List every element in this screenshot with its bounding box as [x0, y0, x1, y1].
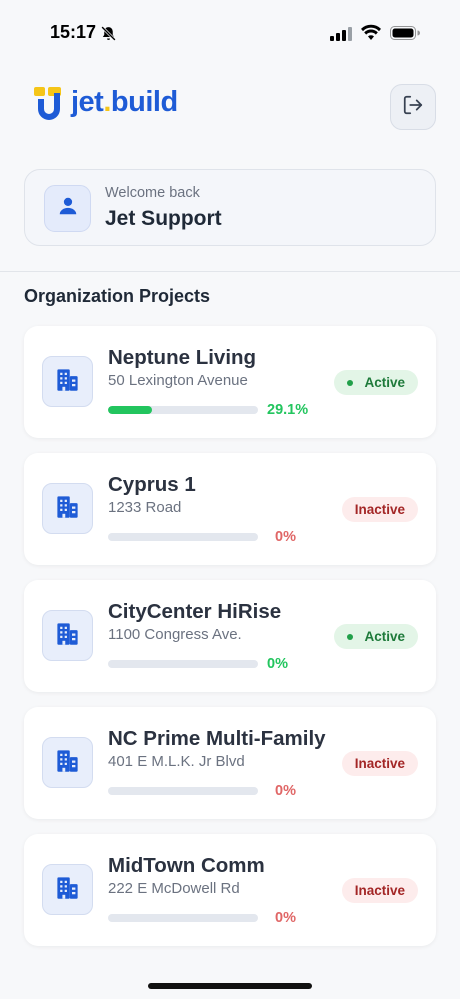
status-badge: Active — [334, 370, 418, 395]
brand-main: jet — [71, 86, 104, 118]
project-card[interactable]: Neptune Living 50 Lexington Avenue 29.1% Ac… — [24, 326, 436, 438]
divider — [0, 271, 460, 272]
project-icon-box — [42, 864, 93, 915]
status-label: Active — [364, 375, 405, 390]
user-name: Jet Support — [105, 207, 222, 230]
status-dot-icon — [347, 379, 354, 386]
progress-bar — [108, 787, 258, 795]
welcome-subtitle: Welcome back — [105, 185, 200, 201]
progress-percent: 0% — [275, 529, 296, 545]
building-icon — [54, 366, 81, 398]
status-badge: Inactive — [341, 751, 418, 776]
project-icon-box — [42, 737, 93, 788]
wifi-icon — [361, 24, 381, 45]
project-address: 401 E M.L.K. Jr Blvd — [108, 753, 245, 770]
project-icon-box — [42, 356, 93, 407]
status-label: Active — [364, 629, 405, 644]
project-address: 1100 Congress Ave. — [108, 626, 242, 643]
status-label: Inactive — [354, 883, 405, 898]
battery-icon — [390, 26, 420, 45]
home-indicator — [148, 983, 312, 989]
progress-bar — [108, 660, 258, 668]
status-dot-icon — [347, 633, 354, 640]
building-icon — [54, 874, 81, 906]
status-badge: Inactive — [341, 497, 418, 522]
building-icon — [54, 747, 81, 779]
building-icon — [54, 493, 81, 525]
project-card[interactable]: NC Prime Multi-Family 401 E M.L.K. Jr Blv… — [24, 707, 436, 819]
cellular-signal-icon — [330, 27, 352, 46]
project-name: CityCenter HiRise — [108, 600, 282, 623]
progress-percent: 0% — [267, 656, 288, 672]
avatar — [44, 185, 91, 232]
progress-bar — [108, 914, 258, 922]
progress-bar-fill — [108, 406, 152, 414]
project-card[interactable]: CityCenter HiRise 1100 Congress Ave. 0% Act… — [24, 580, 436, 692]
brand-dot: . — [103, 86, 111, 118]
progress-bar — [108, 533, 258, 541]
section-title: Organization Projects — [24, 286, 211, 306]
project-card[interactable]: MidTown Comm 222 E McDowell Rd 0% Inactive — [24, 834, 436, 946]
welcome-card: Welcome back Jet Support — [24, 169, 436, 246]
progress-percent: 29.1% — [267, 402, 309, 418]
project-address: 1233 Road — [108, 499, 182, 516]
project-card[interactable]: Cyprus 1 1233 Road 0% Inactive — [24, 453, 436, 565]
project-name: Neptune Living — [108, 346, 257, 369]
project-address: 222 E McDowell Rd — [108, 880, 240, 897]
project-icon-box — [42, 610, 93, 661]
logout-button[interactable] — [390, 84, 436, 130]
progress-bar — [108, 406, 258, 414]
logout-icon — [402, 94, 424, 121]
status-bar: 15:17 — [0, 0, 460, 62]
user-icon — [57, 195, 79, 222]
status-label: Inactive — [354, 502, 405, 517]
project-name: MidTown Comm — [108, 854, 265, 877]
project-name: NC Prime Multi-Family — [108, 727, 326, 750]
project-name: Cyprus 1 — [108, 473, 196, 496]
jetbuild-logo-icon — [34, 87, 66, 130]
bell-off-icon — [100, 25, 117, 47]
status-label: Inactive — [354, 756, 405, 771]
status-badge: Inactive — [341, 878, 418, 903]
brand-suffix: build — [110, 86, 178, 118]
progress-percent: 0% — [275, 910, 296, 926]
status-badge: Active — [334, 624, 418, 649]
status-time: 15:17 — [50, 22, 97, 42]
building-icon — [54, 620, 81, 652]
brand-logo: jet.build — [71, 86, 178, 119]
project-icon-box — [42, 483, 93, 534]
project-address: 50 Lexington Avenue — [108, 372, 248, 389]
progress-percent: 0% — [275, 783, 296, 799]
